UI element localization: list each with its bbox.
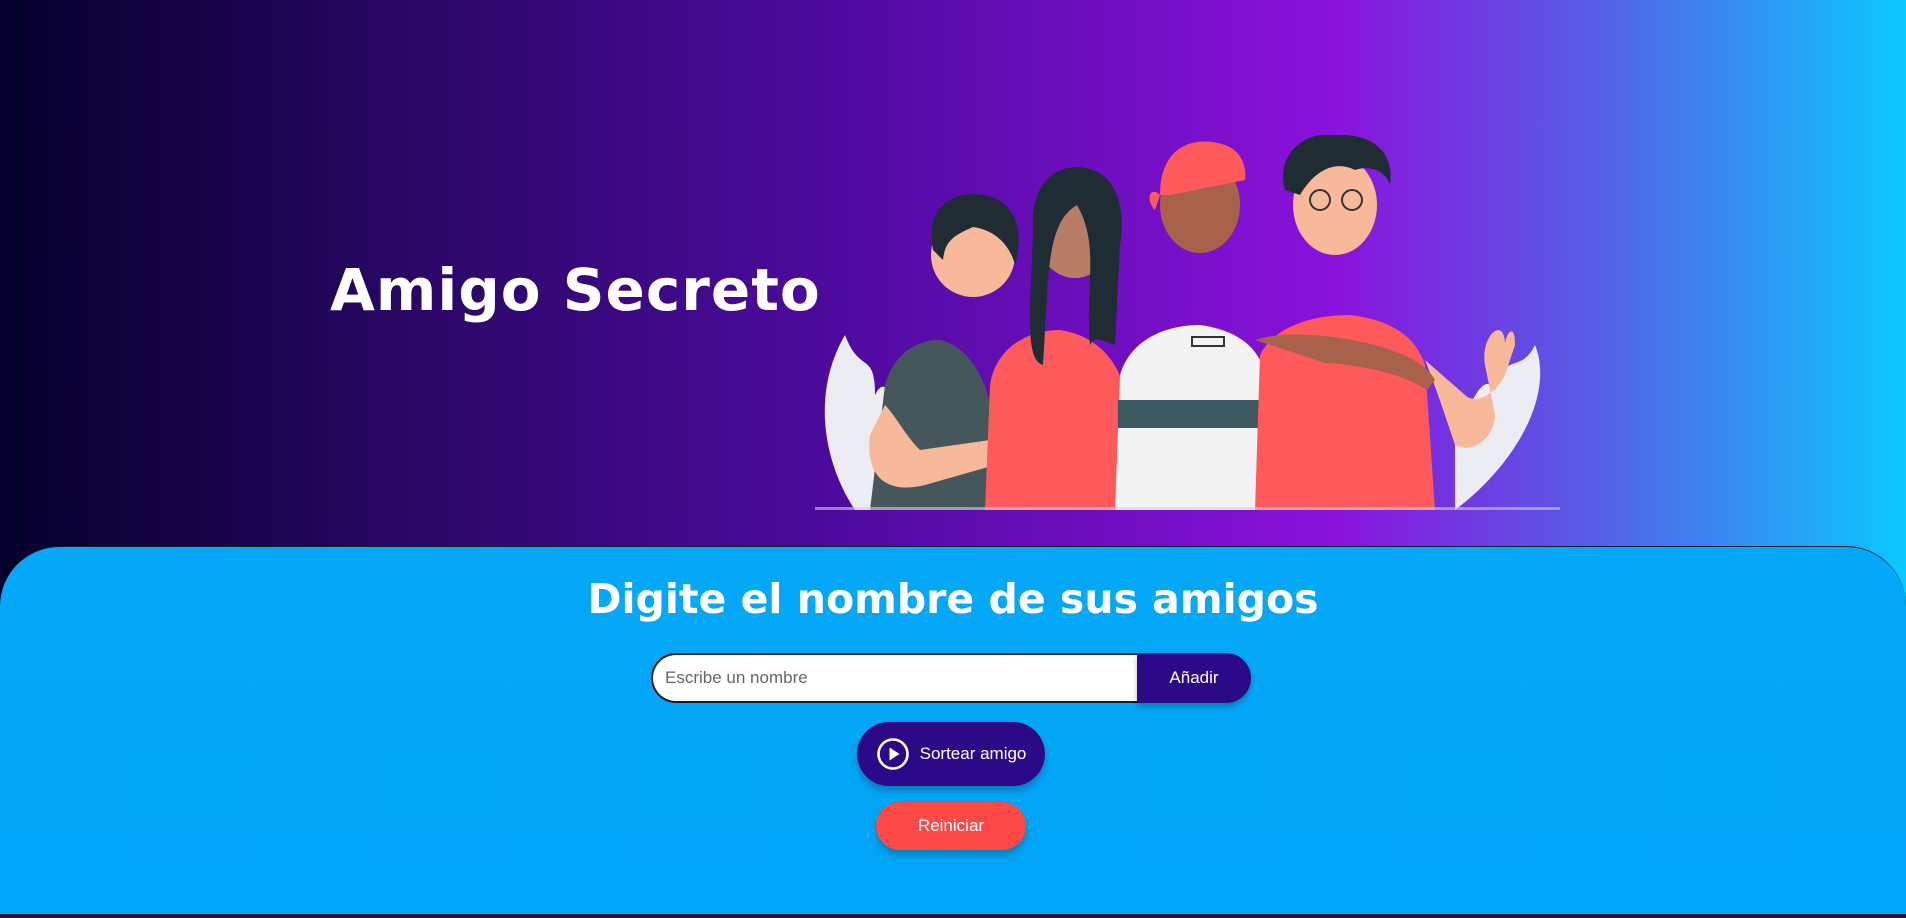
- add-button[interactable]: Añadir: [1137, 653, 1251, 703]
- add-friend-row: Añadir: [651, 653, 1251, 703]
- reset-button[interactable]: Reiniciar: [876, 802, 1026, 850]
- page-title: Amigo Secreto: [330, 256, 821, 324]
- draw-friend-label: Sortear amigo: [919, 744, 1027, 763]
- friends-form-panel: Digite el nombre de sus amigos Añadir So…: [0, 546, 1906, 918]
- play-circle-icon: [876, 738, 909, 770]
- friend-name-input[interactable]: [651, 653, 1137, 703]
- friends-illustration-icon: [815, 135, 1560, 510]
- section-heading: Digite el nombre de sus amigos: [587, 575, 1319, 623]
- hero-banner: Amigo Secreto: [0, 0, 1906, 560]
- bottom-divider: [0, 914, 1906, 918]
- draw-friend-button[interactable]: Sortear amigo: [857, 722, 1045, 786]
